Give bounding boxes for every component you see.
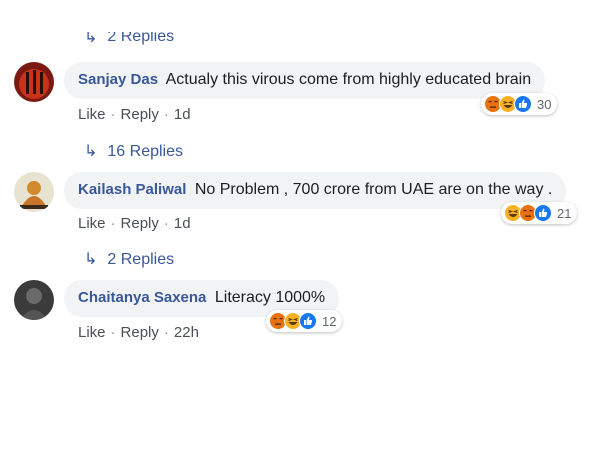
reply-arrow-icon: ↳: [84, 32, 98, 46]
top-replies-link[interactable]: ↳ 2 Replies: [84, 32, 174, 46]
replies-label: 16 Replies: [107, 143, 184, 160]
reaction-count: 21: [557, 205, 572, 221]
reply-link[interactable]: Reply: [121, 324, 159, 341]
comment-text: Literacy 1000%: [214, 289, 326, 306]
avatar[interactable]: [14, 280, 54, 320]
like-link[interactable]: Like: [78, 215, 106, 232]
like-link[interactable]: Like: [78, 324, 106, 341]
reaction-count: 12: [322, 313, 337, 329]
reaction-count: 30: [537, 96, 552, 112]
timestamp[interactable]: 22h: [174, 324, 199, 341]
comment-text: Actualy this virous come from highly edu…: [165, 71, 532, 88]
comment-actions: Like · Reply · 1d: [78, 106, 191, 123]
separator: ·: [110, 324, 116, 341]
separator: ·: [163, 215, 169, 232]
comment-text: No Problem , 700 crore from UAE are on t…: [194, 181, 553, 198]
like-link[interactable]: Like: [78, 106, 106, 123]
timestamp[interactable]: 1d: [174, 215, 191, 232]
comment-bubble: Sanjay Das Actualy this virous come from…: [64, 62, 546, 99]
replies-label: 2 Replies: [107, 32, 175, 45]
separator: ·: [110, 106, 116, 123]
reaction-summary[interactable]: 21: [501, 202, 578, 224]
replies-label: 2 Replies: [107, 251, 175, 268]
avatar[interactable]: [14, 62, 54, 102]
view-replies-link[interactable]: ↳ 16 Replies: [84, 143, 183, 161]
like-icon: [514, 95, 532, 113]
separator: ·: [163, 324, 169, 341]
avatar[interactable]: [14, 172, 54, 212]
comment-author[interactable]: Chaitanya Saxena: [78, 289, 206, 306]
reply-arrow-icon: ↳: [84, 143, 98, 160]
separator: ·: [163, 106, 169, 123]
view-replies-link[interactable]: ↳ 2 Replies: [84, 251, 174, 269]
separator: ·: [110, 215, 116, 232]
like-icon: [534, 204, 552, 222]
comment-bubble: Kailash Paliwal No Problem , 700 crore f…: [64, 172, 567, 209]
timestamp[interactable]: 1d: [174, 106, 191, 123]
reply-arrow-icon: ↳: [84, 251, 98, 268]
comment-actions: Like · Reply · 1d: [78, 215, 191, 232]
comment-author[interactable]: Kailash Paliwal: [78, 181, 186, 198]
reaction-summary[interactable]: 30: [481, 93, 558, 115]
reaction-summary[interactable]: 12: [266, 310, 343, 332]
reply-link[interactable]: Reply: [121, 106, 159, 123]
reply-link[interactable]: Reply: [121, 215, 159, 232]
comment-author[interactable]: Sanjay Das: [78, 71, 158, 88]
comment-actions: Like · Reply · 22h: [78, 324, 199, 341]
like-icon: [299, 312, 317, 330]
